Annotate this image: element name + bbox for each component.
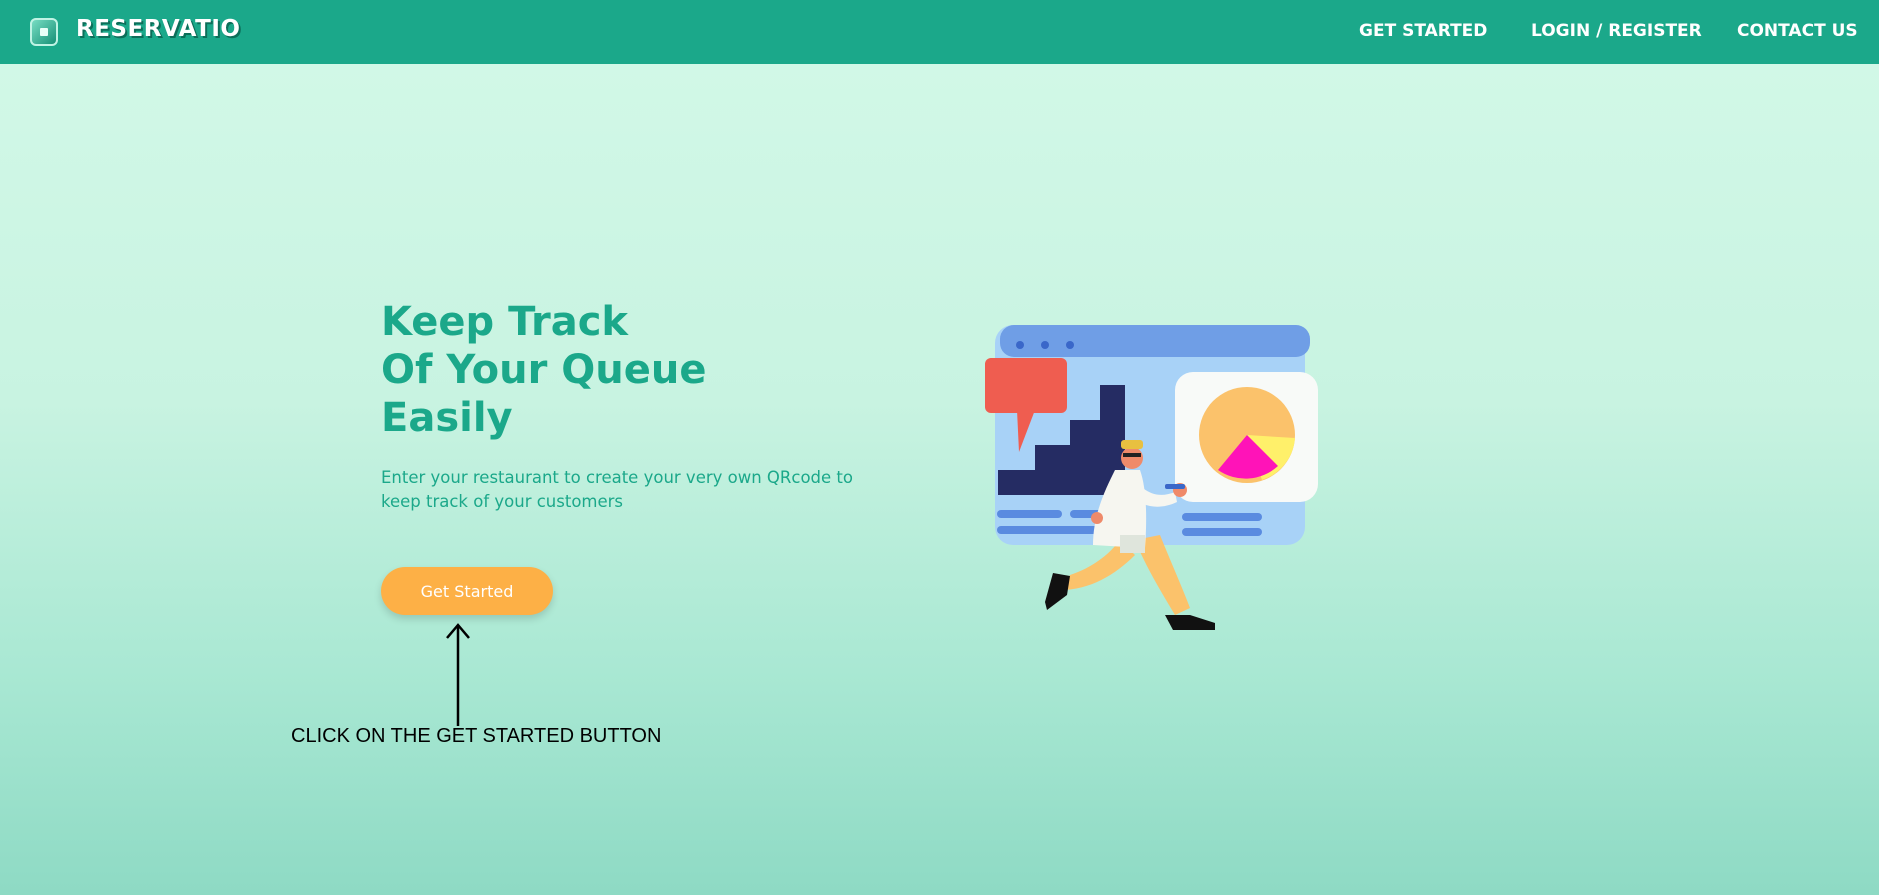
get-started-button[interactable]: Get Started bbox=[381, 567, 553, 615]
running-man-dashboard-illustration bbox=[985, 325, 1318, 630]
hero-subtitle: Enter your restaurant to create your ver… bbox=[381, 468, 853, 511]
hero-title-line: Easily bbox=[381, 395, 513, 441]
instruction-annotation: CLICK ON THE GET STARTED BUTTON bbox=[291, 725, 662, 747]
nav-get-started[interactable]: GET STARTED bbox=[1359, 21, 1487, 41]
hero-title-line: Of Your Queue bbox=[381, 347, 707, 393]
hero-title: Keep Track Of Your Queue Easily bbox=[381, 298, 801, 442]
brand-name[interactable]: RESERVATIO bbox=[76, 16, 240, 42]
nav-contact-us[interactable]: CONTACT US bbox=[1737, 21, 1858, 41]
hero-title-line: Keep Track bbox=[381, 299, 629, 345]
top-navbar: RESERVATIO GET STARTED LOGIN / REGISTER … bbox=[0, 0, 1879, 64]
restaurant-logo-icon[interactable] bbox=[30, 18, 58, 46]
up-arrow-icon bbox=[446, 623, 470, 726]
nav-login-register[interactable]: LOGIN / REGISTER bbox=[1531, 21, 1702, 41]
